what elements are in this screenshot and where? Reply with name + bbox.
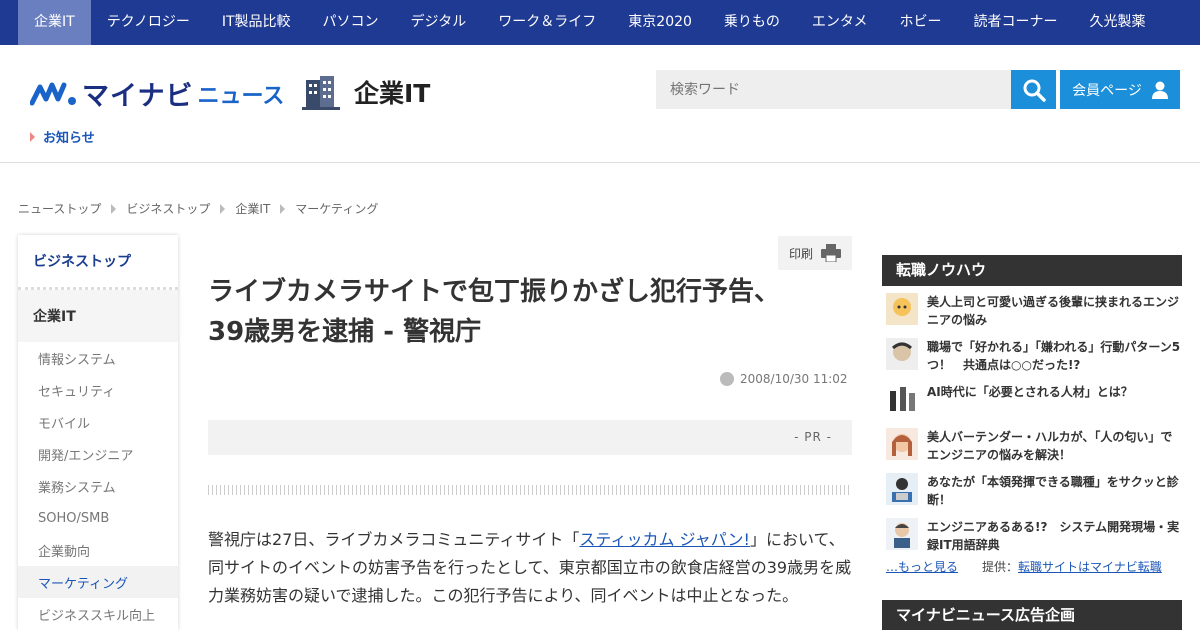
clock-icon xyxy=(720,372,734,386)
sidebar-item-company-trends[interactable]: 企業動向 xyxy=(18,534,178,566)
chevron-right-icon xyxy=(220,203,226,214)
manga-thumbnail-icon xyxy=(886,338,918,370)
chevron-right-icon xyxy=(280,203,286,214)
notice-label: お知らせ xyxy=(43,131,95,146)
career-article-title: 美人上司と可愛い過ぎる後輩に挟まれるエンジニアの悩み xyxy=(927,295,1180,327)
article-title: ライブカメラサイトで包丁振りかざし犯行予告、39歳男を逮捕 - 警視庁 xyxy=(208,277,781,347)
manga-thumbnail-icon xyxy=(886,293,918,325)
career-article-item[interactable]: 職場で「好かれる」「嫌われる」行動パターン5つ！ 共通点は○○だった!? xyxy=(886,338,1182,374)
user-icon xyxy=(1151,81,1168,99)
provider-link[interactable]: 転職サイトはマイナビ転職 xyxy=(1018,560,1162,574)
manga-thumbnail-icon xyxy=(886,383,918,415)
breadcrumb-news-top[interactable]: ニューストップ xyxy=(18,200,101,217)
sidebar-item-info-systems[interactable]: 情報システム xyxy=(18,342,178,374)
nav-item-it-compare[interactable]: IT製品比較 xyxy=(206,0,307,45)
career-article-title: あなたが「本領発揮できる職種」をサクッと診断！ xyxy=(927,475,1179,507)
nav-item-digital[interactable]: デジタル xyxy=(395,0,483,45)
triangle-icon xyxy=(30,131,35,142)
article-date-text: 2008/10/30 11:02 xyxy=(740,372,848,386)
left-sidebar: ビジネストップ 企業IT 情報システム セキュリティ モバイル 開発/エンジニア… xyxy=(18,235,178,630)
nav-item-tokyo2020[interactable]: 東京2020 xyxy=(612,0,708,45)
nav-item-enterprise-it[interactable]: 企業IT xyxy=(18,0,91,45)
career-article-item[interactable]: あなたが「本領発揮できる職種」をサクッと診断！ xyxy=(886,473,1182,509)
nav-item-readers[interactable]: 読者コーナー xyxy=(958,0,1074,45)
career-article-item[interactable]: AI時代に「必要とされる人材」とは？ xyxy=(886,383,1182,415)
member-page-button[interactable]: 会員ページ xyxy=(1060,70,1180,109)
nav-item-work-life[interactable]: ワーク＆ライフ xyxy=(482,0,612,45)
breadcrumb-enterprise-it[interactable]: 企業IT xyxy=(235,200,270,217)
divider-stripe xyxy=(208,485,852,495)
header-divider xyxy=(0,162,1200,163)
logo-text: マイナビ xyxy=(82,81,194,112)
sidebar-business-top[interactable]: ビジネストップ xyxy=(18,235,178,290)
manga-thumbnail-icon xyxy=(886,428,918,460)
career-article-title: AI時代に「必要とされる人材」とは？ xyxy=(927,385,1133,399)
ad-feature-header: マイナビニュース広告企画 xyxy=(882,600,1182,630)
sidebar-item-mobile[interactable]: モバイル xyxy=(18,406,178,438)
sidebar-item-dev-engineer[interactable]: 開発/エンジニア xyxy=(18,438,178,470)
provider-credit: 提供：転職サイトはマイナビ転職 xyxy=(982,558,1162,575)
notice-link[interactable]: お知らせ xyxy=(30,127,95,146)
printer-icon xyxy=(821,244,841,262)
building-icon xyxy=(302,76,340,110)
section-header: 企業IT xyxy=(302,74,430,110)
body-text-before: 警視庁は27日、ライブカメラコミュニティサイト「 xyxy=(208,530,580,549)
provider-label: 提供： xyxy=(982,560,1019,574)
nav-item-entertainment[interactable]: エンタメ xyxy=(796,0,884,45)
logo-news-text: ニュース xyxy=(197,83,285,109)
article-date: 2008/10/30 11:02 xyxy=(720,372,848,386)
sidebar-item-marketing[interactable]: マーケティング xyxy=(18,566,178,598)
search-icon xyxy=(1023,79,1046,102)
mynavi-logo-icon xyxy=(30,82,76,105)
member-page-label: 会員ページ xyxy=(1072,82,1142,99)
career-knowhow-header: 転職ノウハウ xyxy=(882,255,1182,286)
sidebar-current-category[interactable]: 企業IT xyxy=(18,290,178,342)
sidebar-item-business-skills[interactable]: ビジネススキル向上 xyxy=(18,598,178,630)
breadcrumb-business-top[interactable]: ビジネストップ xyxy=(126,200,210,217)
career-article-item[interactable]: 美人上司と可愛い過ぎる後輩に挟まれるエンジニアの悩み xyxy=(886,293,1182,329)
top-nav: 企業IT テクノロジー IT製品比較 パソコン デジタル ワーク＆ライフ 東京2… xyxy=(0,0,1200,45)
section-title: 企業IT xyxy=(354,79,431,108)
print-label: 印刷 xyxy=(788,246,813,261)
sidebar-item-security[interactable]: セキュリティ xyxy=(18,374,178,406)
nav-item-technology[interactable]: テクノロジー xyxy=(91,0,206,45)
career-article-title: 美人バーテンダー・ハルカが、「人の匂い」でエンジニアの悩みを解決！ xyxy=(927,430,1173,462)
pr-banner: - PR - xyxy=(208,420,852,455)
search-button[interactable] xyxy=(1011,70,1056,109)
manga-thumbnail-icon xyxy=(886,518,918,550)
career-article-item[interactable]: 美人バーテンダー・ハルカが、「人の匂い」でエンジニアの悩みを解決！ xyxy=(886,428,1182,464)
nav-item-hobby[interactable]: ホビー xyxy=(884,0,958,45)
search-input[interactable] xyxy=(656,70,1011,109)
chevron-right-icon xyxy=(111,203,117,214)
print-button[interactable]: 印刷 xyxy=(778,236,852,270)
career-article-title: エンジニアあるある!? システム開発現場・実録IT用語辞典 xyxy=(927,520,1180,552)
nav-item-vehicles[interactable]: 乗りもの xyxy=(708,0,796,45)
article-body: 警視庁は27日、ライブカメラコミュニティサイト「スティッカム ジャパン!」におい… xyxy=(208,526,856,610)
breadcrumb-marketing[interactable]: マーケティング xyxy=(295,200,378,217)
manga-thumbnail-icon xyxy=(886,473,918,505)
nav-item-hisamitsu[interactable]: 久光製薬 xyxy=(1074,0,1162,45)
career-article-title: 職場で「好かれる」「嫌われる」行動パターン5つ！ 共通点は○○だった!? xyxy=(927,340,1181,372)
site-logo[interactable]: マイナビ ニュース xyxy=(30,74,284,113)
stickam-link[interactable]: スティッカム ジャパン! xyxy=(579,530,750,549)
more-link[interactable]: …もっと見る xyxy=(886,558,958,575)
sidebar-item-soho-smb[interactable]: SOHO/SMB xyxy=(18,502,178,534)
nav-item-pc[interactable]: パソコン xyxy=(307,0,395,45)
sidebar-item-business-systems[interactable]: 業務システム xyxy=(18,470,178,502)
breadcrumb: ニューストップ ビジネストップ 企業IT マーケティング xyxy=(18,200,378,217)
career-article-item[interactable]: エンジニアあるある!? システム開発現場・実録IT用語辞典 xyxy=(886,518,1182,554)
